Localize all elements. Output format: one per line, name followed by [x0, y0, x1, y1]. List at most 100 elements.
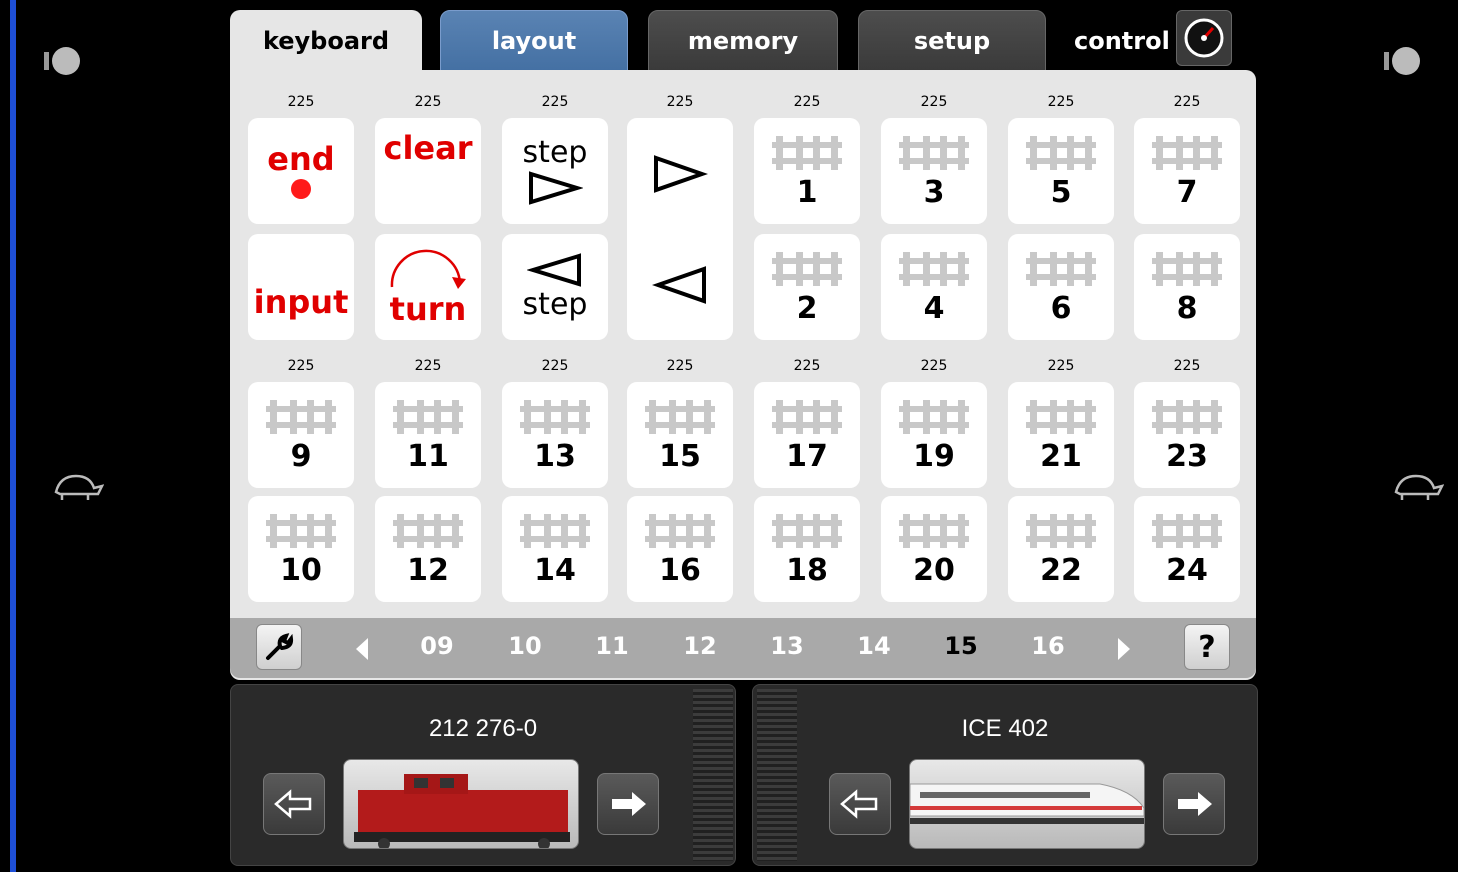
locomotive-image[interactable]: [343, 759, 579, 849]
switch-number: 20: [913, 553, 955, 588]
switch-number: 2: [796, 291, 818, 326]
switch-key[interactable]: 24: [1134, 496, 1240, 602]
triangle-left-icon: [652, 265, 706, 304]
page-next-icon[interactable]: [1116, 636, 1132, 662]
tab-setup[interactable]: setup: [858, 10, 1046, 72]
tab-memory[interactable]: memory: [648, 10, 838, 72]
switch-key[interactable]: 5: [1008, 118, 1114, 224]
switch-key[interactable]: 18: [754, 496, 860, 602]
switch-key[interactable]: 3: [881, 118, 987, 224]
address-label: 225: [666, 94, 694, 110]
switch-key[interactable]: 11: [375, 382, 481, 488]
tab-bar: keyboard layout memory setup control: [230, 8, 1256, 72]
light-icon-right[interactable]: [1384, 44, 1424, 80]
switch-key[interactable]: 20: [881, 496, 987, 602]
loco-name: ICE 402: [961, 715, 1049, 742]
track-icon: [772, 248, 842, 292]
direction-key[interactable]: [627, 118, 733, 340]
switch-key[interactable]: 2: [754, 234, 860, 340]
switch-key[interactable]: 17: [754, 382, 860, 488]
end-button[interactable]: end: [248, 118, 354, 224]
switch-number: 6: [1050, 291, 1072, 326]
turn-button[interactable]: turn: [375, 234, 481, 340]
switch-number: 16: [659, 553, 701, 588]
turtle-icon[interactable]: [52, 470, 104, 504]
page-09[interactable]: 09: [412, 632, 462, 660]
track-icon: [645, 396, 715, 440]
address-label: 225: [414, 94, 442, 110]
address-label: 225: [287, 358, 315, 374]
switch-key[interactable]: 10: [248, 496, 354, 602]
page-15-active[interactable]: 15: [936, 632, 986, 660]
page-13[interactable]: 13: [762, 632, 812, 660]
track-icon: [1152, 510, 1222, 554]
locomotive-image[interactable]: [909, 759, 1145, 849]
page-12[interactable]: 12: [675, 632, 725, 660]
switch-key[interactable]: 1: [754, 118, 860, 224]
gauge-icon[interactable]: [1176, 10, 1232, 66]
step-forward-button[interactable]: step: [502, 118, 608, 224]
direction-right-button[interactable]: [1163, 773, 1225, 835]
switch-key[interactable]: 7: [1134, 118, 1240, 224]
direction-right-button[interactable]: [597, 773, 659, 835]
switch-key[interactable]: 21: [1008, 382, 1114, 488]
page-prev-icon[interactable]: [354, 636, 370, 662]
clear-button[interactable]: clear: [375, 118, 481, 224]
wrench-button[interactable]: [256, 624, 302, 670]
switch-key[interactable]: 23: [1134, 382, 1240, 488]
arrow-right-icon: [612, 792, 646, 816]
switch-key[interactable]: 6: [1008, 234, 1114, 340]
track-icon: [1026, 396, 1096, 440]
address-label: 225: [287, 94, 315, 110]
switch-key[interactable]: 12: [375, 496, 481, 602]
switch-key[interactable]: 19: [881, 382, 987, 488]
track-icon: [1152, 248, 1222, 292]
track-icon: [1026, 510, 1096, 554]
switch-key[interactable]: 22: [1008, 496, 1114, 602]
page-14[interactable]: 14: [849, 632, 899, 660]
switch-key[interactable]: 13: [502, 382, 608, 488]
arrow-right-icon: [1178, 792, 1212, 816]
direction-left-button[interactable]: [829, 773, 891, 835]
step-back-button[interactable]: step: [502, 234, 608, 340]
keyboard-panel: 225 225 225 225 225 225 225 225 end clea…: [230, 70, 1256, 680]
track-icon: [645, 510, 715, 554]
address-label: 225: [1173, 94, 1201, 110]
tab-keyboard[interactable]: keyboard: [230, 10, 422, 72]
clear-label: clear: [383, 129, 473, 167]
help-button[interactable]: ?: [1184, 624, 1230, 670]
speed-meter[interactable]: [757, 689, 797, 861]
address-label: 225: [920, 358, 948, 374]
switch-key[interactable]: 9: [248, 382, 354, 488]
track-icon: [393, 396, 463, 440]
ice-train-icon: [910, 783, 1144, 824]
track-icon: [520, 396, 590, 440]
input-button[interactable]: input: [248, 234, 354, 340]
track-icon: [266, 510, 336, 554]
switch-key[interactable]: 15: [627, 382, 733, 488]
page-16[interactable]: 16: [1023, 632, 1073, 660]
switch-key[interactable]: 16: [627, 496, 733, 602]
switch-number: 22: [1040, 553, 1082, 588]
page-11[interactable]: 11: [587, 632, 637, 660]
switch-key[interactable]: 8: [1134, 234, 1240, 340]
switch-key[interactable]: 14: [502, 496, 608, 602]
track-icon: [899, 396, 969, 440]
switch-key[interactable]: 4: [881, 234, 987, 340]
page-10[interactable]: 10: [500, 632, 550, 660]
turtle-icon-right[interactable]: [1392, 470, 1444, 504]
loco-panel-left: 212 276-0: [230, 684, 736, 866]
direction-left-button[interactable]: [263, 773, 325, 835]
switch-number: 9: [290, 439, 312, 474]
track-icon: [772, 132, 842, 176]
switch-number: 17: [786, 439, 828, 474]
track-icon: [899, 510, 969, 554]
switch-number: 14: [534, 553, 576, 588]
loco-panel-right: ICE 402: [752, 684, 1258, 866]
speed-meter[interactable]: [693, 689, 733, 861]
end-label: end: [267, 140, 335, 178]
light-icon[interactable]: [44, 44, 84, 80]
tab-layout[interactable]: layout: [440, 10, 628, 72]
window-left-edge: [10, 0, 16, 872]
turn-arrow-icon: [390, 249, 466, 289]
